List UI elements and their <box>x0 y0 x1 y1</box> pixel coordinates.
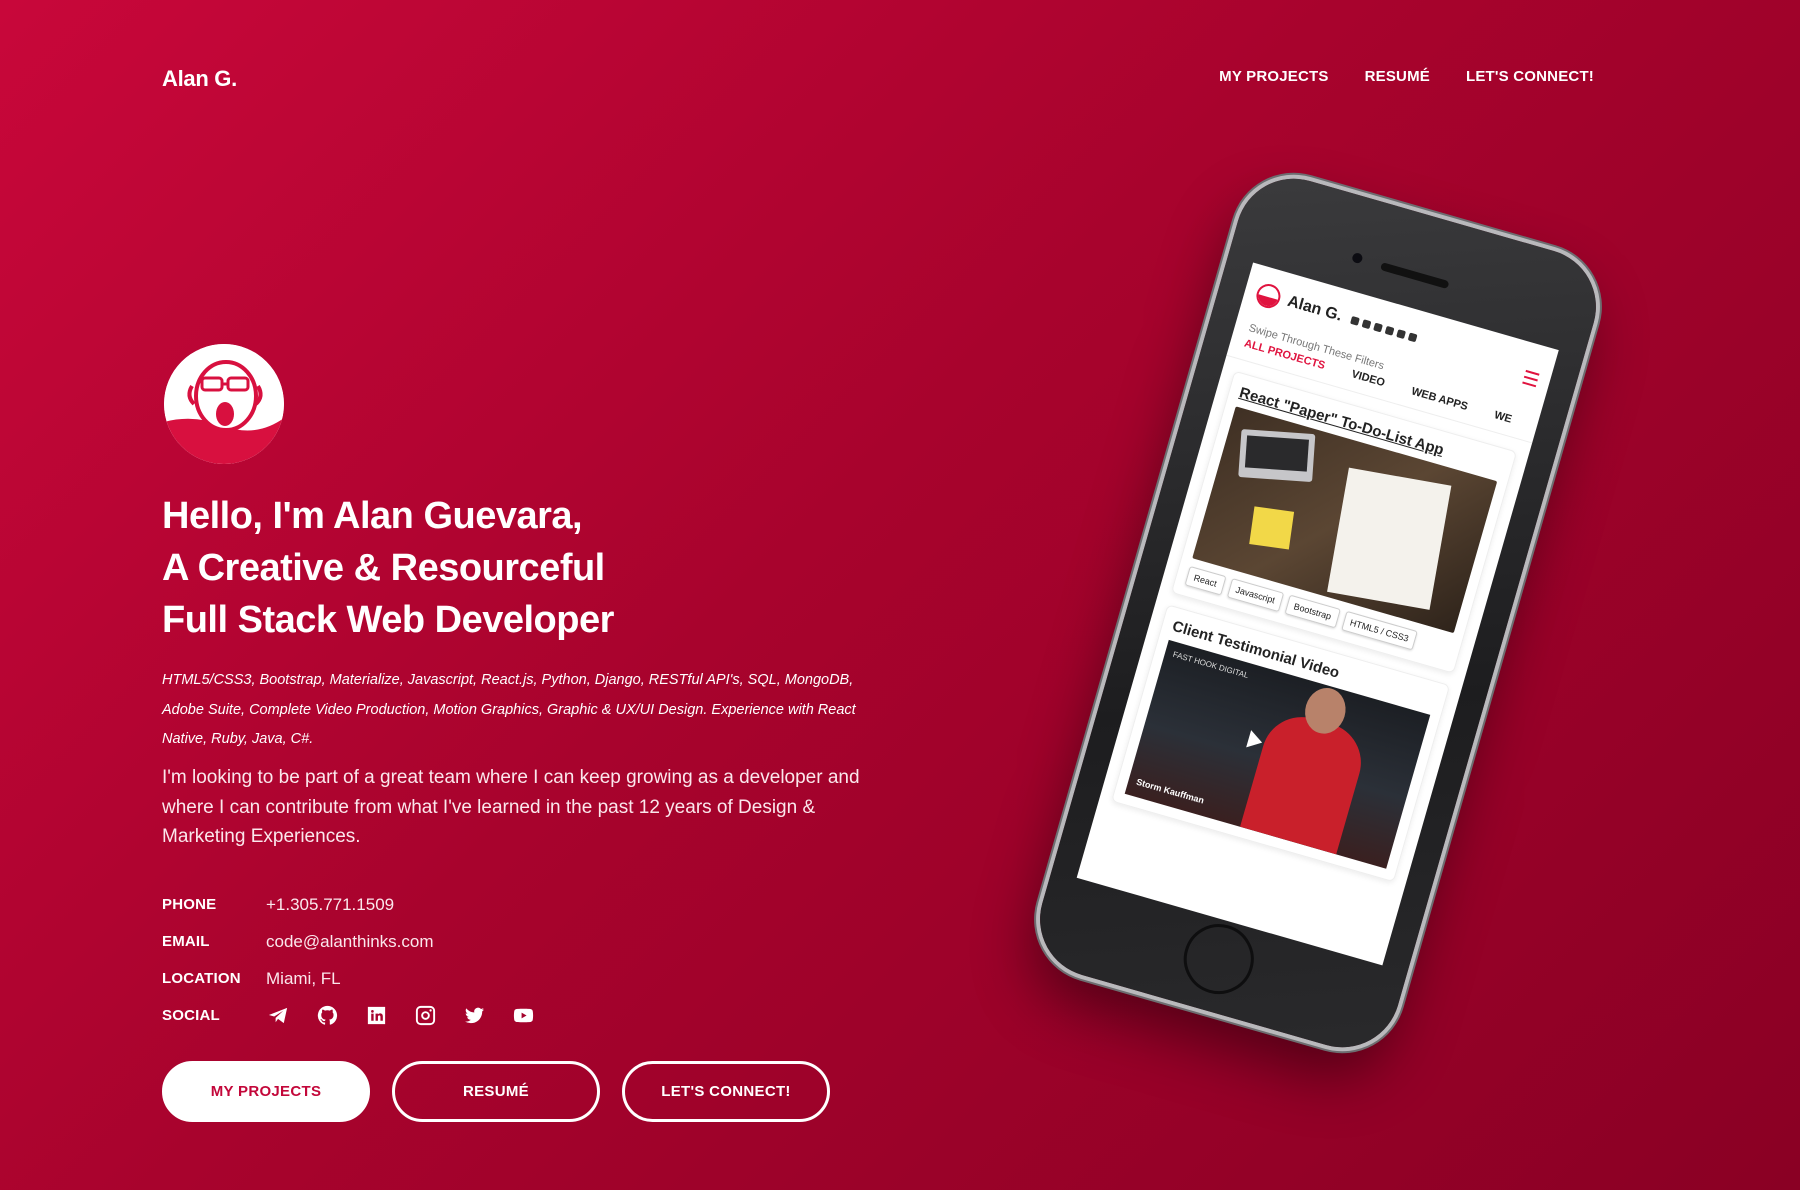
mock-telegram-icon <box>1350 315 1360 326</box>
phone-screen: Alan G. Swipe Through These Filters ALL … <box>1076 262 1559 966</box>
mock-logo-icon <box>1253 281 1284 311</box>
lets-connect-button[interactable]: LET'S CONNECT! <box>622 1061 830 1122</box>
phone-speaker <box>1380 262 1450 290</box>
mock-sticky-note-shape <box>1249 506 1295 550</box>
mock-laptop-shape <box>1238 429 1316 483</box>
linkedin-icon[interactable] <box>364 1003 389 1028</box>
mock-video-label: FAST HOOK DIGITAL <box>1171 649 1250 681</box>
hero-headline: Hello, I'm Alan Guevara, A Creative & Re… <box>162 490 614 646</box>
email-value[interactable]: code@alanthinks.com <box>266 932 434 952</box>
intro-text: I'm looking to be part of a great team w… <box>162 767 860 847</box>
mock-github-icon <box>1361 319 1372 330</box>
telegram-icon[interactable] <box>266 1003 291 1028</box>
mock-tab-web: WE <box>1492 409 1514 426</box>
headline-line-2: A Creative & Resourceful <box>162 547 605 589</box>
phone-row: PHONE +1.305.771.1509 <box>162 886 536 923</box>
phone-mockup: Alan G. Swipe Through These Filters ALL … <box>1026 165 1610 1061</box>
skills-text: HTML5/CSS3, Bootstrap, Materialize, Java… <box>162 672 856 747</box>
social-label: SOCIAL <box>162 1007 220 1024</box>
headline-line-1: Hello, I'm Alan Guevara, <box>162 495 583 537</box>
social-row: SOCIAL <box>162 997 536 1034</box>
avatar <box>164 344 284 464</box>
mock-youtube-icon <box>1407 332 1418 343</box>
mock-video-person-shape <box>1240 707 1371 855</box>
mock-video-thumbnail: FAST HOOK DIGITAL Storm Kauffman <box>1124 639 1431 869</box>
phone-value[interactable]: +1.305.771.1509 <box>266 895 394 915</box>
resume-button[interactable]: RESUMÉ <box>392 1061 600 1122</box>
location-value: Miami, FL <box>266 968 341 988</box>
cta-buttons: MY PROJECTS RESUMÉ LET'S CONNECT! <box>162 1061 830 1122</box>
nav-my-projects[interactable]: MY PROJECTS <box>1219 68 1328 85</box>
location-row: LOCATION Miami, FL <box>162 960 536 997</box>
mock-hamburger-icon <box>1522 369 1540 388</box>
headline-line-3: Full Stack Web Developer <box>162 599 614 641</box>
social-links <box>266 1003 536 1028</box>
github-icon[interactable] <box>315 1003 340 1028</box>
mock-twitter-icon <box>1396 329 1407 340</box>
youtube-icon[interactable] <box>511 1003 536 1028</box>
email-row: EMAIL code@alanthinks.com <box>162 923 536 960</box>
mock-paper-shape <box>1327 467 1452 610</box>
email-label: EMAIL <box>162 933 210 950</box>
brand-logo-text[interactable]: Alan G. <box>162 66 237 92</box>
mock-linkedin-icon <box>1373 322 1383 333</box>
mock-video-person-name: Storm Kauffman <box>1135 776 1206 806</box>
phone-home-button <box>1175 915 1263 1003</box>
mock-brand: Alan G. <box>1285 292 1344 325</box>
instagram-icon[interactable] <box>413 1003 438 1028</box>
nav-resume[interactable]: RESUMÉ <box>1365 68 1430 85</box>
mock-tag: Javascript <box>1226 577 1285 613</box>
mock-instagram-icon <box>1384 325 1395 336</box>
contact-info: PHONE +1.305.771.1509 EMAIL code@alanthi… <box>162 886 536 1034</box>
mock-social-icons <box>1350 315 1418 343</box>
phone-body: Alan G. Swipe Through These Filters ALL … <box>1026 165 1610 1061</box>
mock-tag: Bootstrap <box>1284 594 1341 629</box>
top-nav: MY PROJECTS RESUMÉ LET'S CONNECT! <box>1219 68 1594 85</box>
location-label: LOCATION <box>162 970 241 987</box>
avatar-portrait-icon <box>164 344 284 464</box>
mock-tag: React <box>1184 565 1227 596</box>
phone-camera <box>1351 251 1364 265</box>
phone-label: PHONE <box>162 896 217 913</box>
nav-lets-connect[interactable]: LET'S CONNECT! <box>1466 68 1594 85</box>
twitter-icon[interactable] <box>462 1003 487 1028</box>
my-projects-button[interactable]: MY PROJECTS <box>162 1061 370 1122</box>
